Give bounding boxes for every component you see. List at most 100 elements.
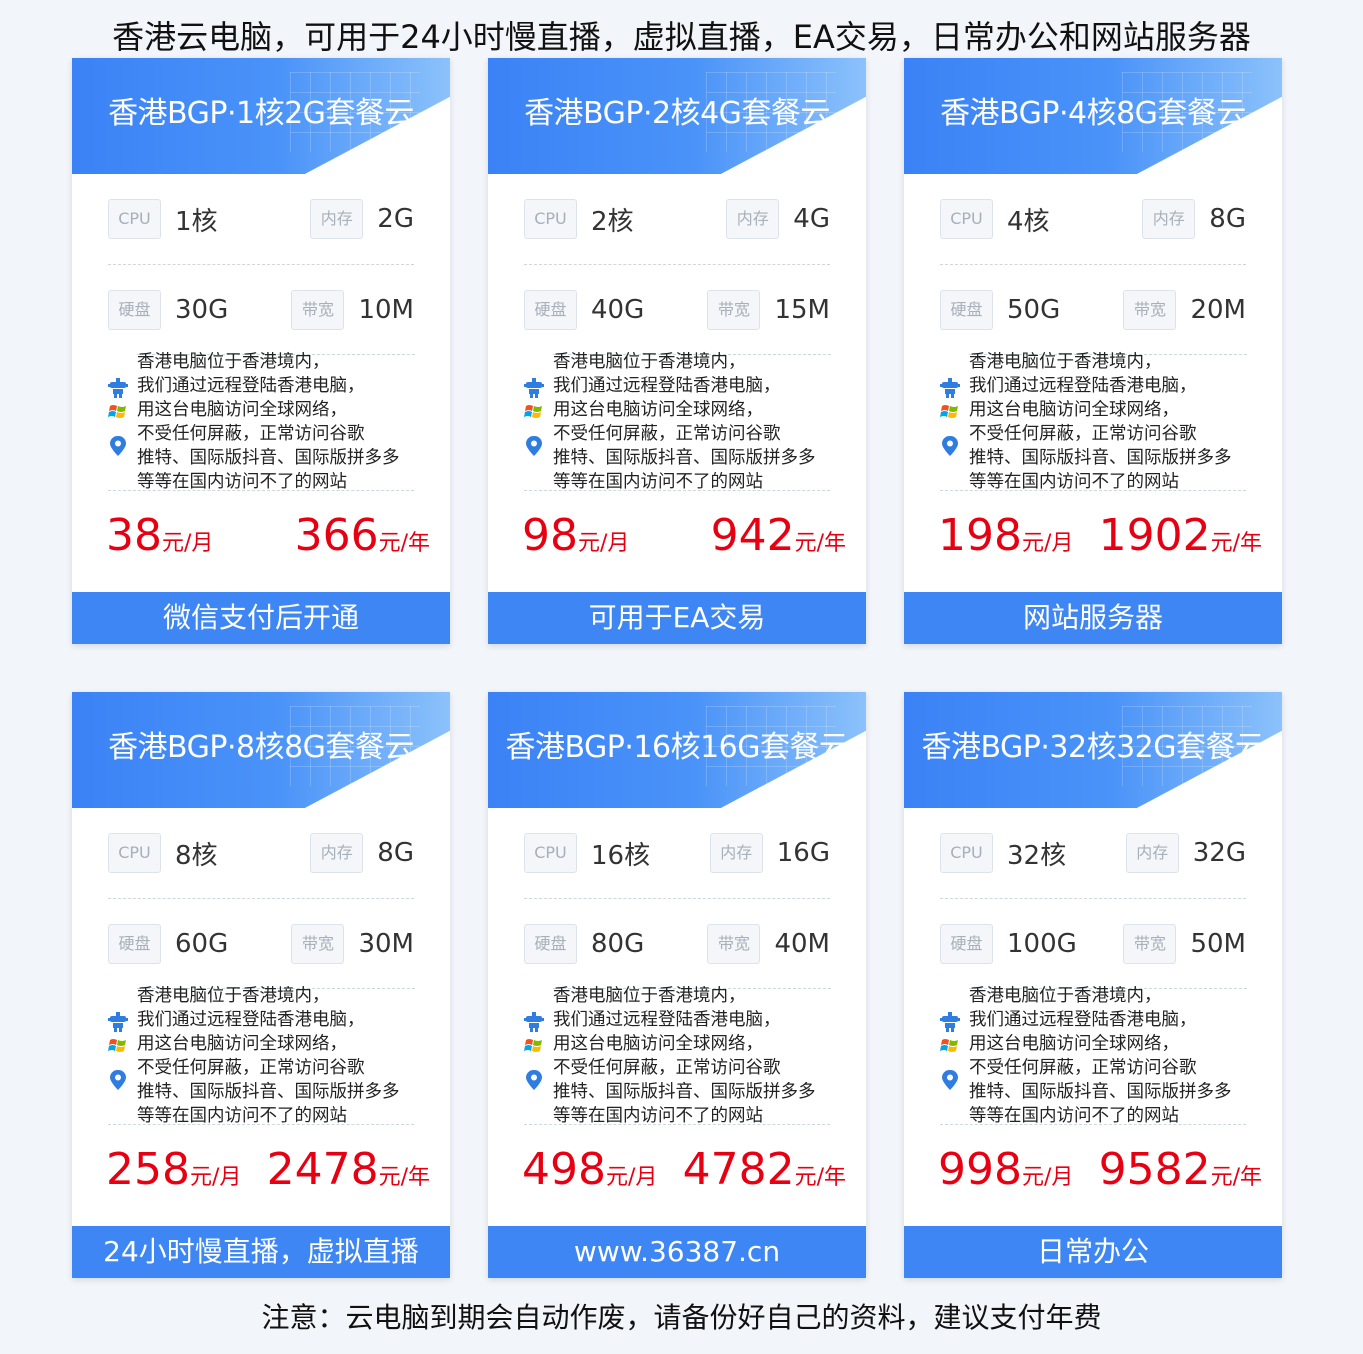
card-footer-button[interactable]: 可用于EA交易 <box>488 592 866 644</box>
description-line: 推特、国际版抖音、国际版拼多多 <box>969 448 1232 468</box>
windows-icon <box>108 1039 126 1052</box>
description-line: 用这台电脑访问全球网络， <box>969 400 1179 420</box>
description-line: 我们通过远程登陆香港电脑， <box>137 1010 365 1030</box>
card-header: 香港BGP·32核32G套餐云 <box>904 692 1282 808</box>
card-footer-button[interactable]: 微信支付后开通 <box>72 592 450 644</box>
monthly-price: 998元/月 <box>938 1144 1073 1195</box>
description-line: 用这台电脑访问全球网络， <box>137 1034 347 1054</box>
yearly-price: 4782元/年 <box>683 1144 846 1195</box>
description-line: 香港电脑位于香港境内， <box>553 986 746 1006</box>
yearly-price-value: 942 <box>710 510 795 561</box>
card-header: 香港BGP·8核8G套餐云 <box>72 692 450 808</box>
spec-bandwidth: 带宽 30M <box>291 923 414 965</box>
description-line: 香港电脑位于香港境内， <box>969 986 1162 1006</box>
spec-row-compute: CPU 8核 内存 8G <box>108 808 414 899</box>
description-line: 推特、国际版抖音、国际版拼多多 <box>553 448 816 468</box>
card-footer-button[interactable]: 日常办公 <box>904 1226 1282 1278</box>
monthly-price-unit: 元/月 <box>162 531 214 556</box>
plan-card[interactable]: 香港BGP·2核4G套餐云 CPU 2核 内存 4G 硬盘 40G 带宽 15M <box>488 58 866 644</box>
memory-label: 内存 <box>1142 199 1196 239</box>
yearly-price-unit: 元/年 <box>378 1165 430 1190</box>
description-line: 用这台电脑访问全球网络， <box>969 1034 1179 1054</box>
robot-icon <box>524 1012 544 1032</box>
monthly-price-value: 38 <box>106 510 162 561</box>
plan-card[interactable]: 香港BGP·32核32G套餐云 CPU 32核 内存 32G 硬盘 100G 带… <box>904 692 1282 1278</box>
disk-label: 硬盘 <box>940 924 993 964</box>
spec-cpu: CPU 2核 <box>524 198 634 240</box>
cpu-value: 32核 <box>1007 840 1067 871</box>
yearly-price-unit: 元/年 <box>794 1165 846 1190</box>
description-line: 我们通过远程登陆香港电脑， <box>137 376 365 396</box>
bandwidth-label: 带宽 <box>291 290 345 330</box>
card-footer-button[interactable]: 24小时慢直播，虚拟直播 <box>72 1226 450 1278</box>
memory-value: 4G <box>793 204 830 234</box>
cpu-value: 4核 <box>1007 206 1050 237</box>
memory-value: 2G <box>377 204 414 234</box>
cpu-value: 16核 <box>591 840 651 871</box>
memory-label: 内存 <box>726 199 780 239</box>
monthly-price-unit: 元/月 <box>1021 1165 1074 1190</box>
robot-icon <box>108 1012 128 1032</box>
plan-title: 香港BGP·32核32G套餐云 <box>921 730 1265 765</box>
disk-value: 50G <box>1007 295 1061 325</box>
spec-row-compute: CPU 2核 内存 4G <box>524 174 830 265</box>
spec-disk: 硬盘 30G <box>108 289 228 331</box>
plan-card[interactable]: 香港BGP·8核8G套餐云 CPU 8核 内存 8G 硬盘 60G 带宽 30M <box>72 692 450 1278</box>
memory-label: 内存 <box>310 833 364 873</box>
card-footer-button[interactable]: 网站服务器 <box>904 592 1282 644</box>
spec-memory: 内存 8G <box>310 832 414 874</box>
disk-value: 100G <box>1007 929 1077 959</box>
monthly-price-value: 258 <box>106 1144 190 1195</box>
location-pin-icon <box>110 1070 126 1090</box>
description-line: 不受任何屏蔽，正常访问谷歌 <box>137 1058 365 1078</box>
bandwidth-label: 带宽 <box>1123 924 1177 964</box>
spec-row-compute: CPU 16核 内存 16G <box>524 808 830 899</box>
memory-label: 内存 <box>709 833 763 873</box>
cpu-value: 8核 <box>175 840 218 871</box>
spec-bandwidth: 带宽 20M <box>1123 289 1246 331</box>
price-row: 998元/月 9582元/年 <box>904 1144 1282 1204</box>
description-line: 我们通过远程登陆香港电脑， <box>969 1010 1197 1030</box>
description-line: 等等在国内访问不了的网站 <box>553 472 763 492</box>
memory-value: 16G <box>776 838 830 868</box>
price-row: 258元/月 2478元/年 <box>72 1144 450 1204</box>
cpu-label: CPU <box>940 833 993 873</box>
spec-row-storage: 硬盘 100G 带宽 50M <box>940 899 1246 989</box>
spec-memory: 内存 4G <box>726 198 830 240</box>
plan-title: 香港BGP·4核8G套餐云 <box>940 96 1246 131</box>
yearly-price: 2478元/年 <box>267 1144 430 1195</box>
card-footer-button[interactable]: www.36387.cn <box>488 1226 866 1278</box>
memory-value: 8G <box>1209 204 1246 234</box>
bandwidth-value: 30M <box>358 929 414 959</box>
cpu-label: CPU <box>524 199 577 239</box>
yearly-price-value: 1902 <box>1098 510 1211 561</box>
description-line: 用这台电脑访问全球网络， <box>137 400 347 420</box>
yearly-price: 366元/年 <box>295 510 430 561</box>
spec-memory: 内存 32G <box>1125 832 1246 874</box>
plan-card[interactable]: 香港BGP·16核16G套餐云 CPU 16核 内存 16G 硬盘 80G 带宽… <box>488 692 866 1278</box>
disk-value: 60G <box>175 929 229 959</box>
spec-row-storage: 硬盘 40G 带宽 15M <box>524 265 830 355</box>
plan-description: 香港电脑位于香港境内， 我们通过远程登陆香港电脑， 用这台电脑访问全球网络， 不… <box>108 984 428 1126</box>
memory-label: 内存 <box>310 199 364 239</box>
windows-icon <box>108 405 126 418</box>
disk-value: 40G <box>591 295 645 325</box>
plan-title: 香港BGP·8核8G套餐云 <box>108 730 414 765</box>
location-pin-icon <box>942 1070 958 1090</box>
robot-icon <box>940 1012 960 1032</box>
plan-description: 香港电脑位于香港境内， 我们通过远程登陆香港电脑， 用这台电脑访问全球网络， 不… <box>524 984 844 1126</box>
plan-card[interactable]: 香港BGP·1核2G套餐云 CPU 1核 内存 2G 硬盘 30G 带宽 10M <box>72 58 450 644</box>
bandwidth-label: 带宽 <box>1123 290 1177 330</box>
spec-disk: 硬盘 60G <box>108 923 228 965</box>
disk-label: 硬盘 <box>524 924 577 964</box>
cpu-value: 2核 <box>591 206 634 237</box>
spec-row-storage: 硬盘 30G 带宽 10M <box>108 265 414 355</box>
plan-title: 香港BGP·2核4G套餐云 <box>524 96 830 131</box>
yearly-price-unit: 元/年 <box>1210 1165 1262 1190</box>
spec-row-compute: CPU 4核 内存 8G <box>940 174 1246 265</box>
plan-card[interactable]: 香港BGP·4核8G套餐云 CPU 4核 内存 8G 硬盘 50G 带宽 20M <box>904 58 1282 644</box>
description-lines: 香港电脑位于香港境内， 我们通过远程登陆香港电脑， 用这台电脑访问全球网络， 不… <box>137 984 437 1128</box>
plan-description: 香港电脑位于香港境内， 我们通过远程登陆香港电脑， 用这台电脑访问全球网络， 不… <box>940 984 1260 1126</box>
spec-bandwidth: 带宽 50M <box>1123 923 1246 965</box>
description-line: 推特、国际版抖音、国际版拼多多 <box>553 1082 816 1102</box>
